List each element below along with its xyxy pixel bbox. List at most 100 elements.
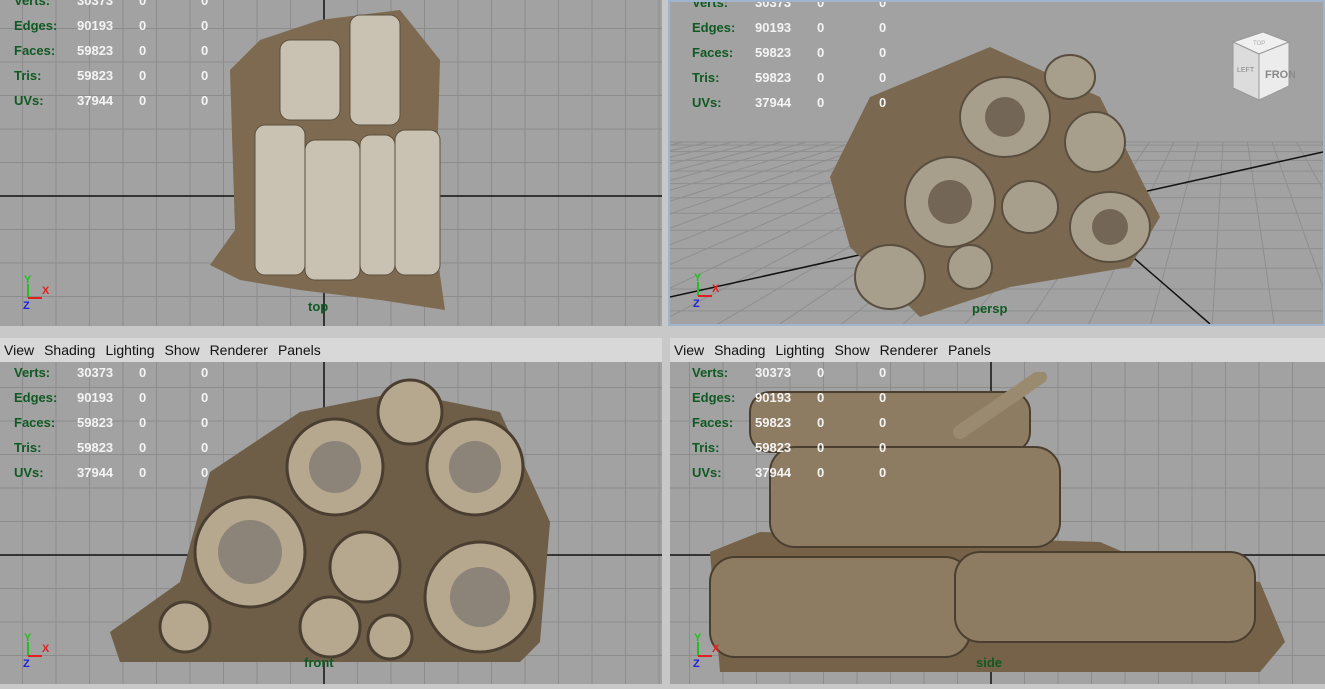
- viewport-panel-side[interactable]: View Shading Lighting Show Renderer Panels Ve…: [670, 338, 1325, 684]
- stat-value: 59823: [77, 68, 114, 83]
- axis-y-label: Y: [24, 274, 32, 286]
- axis-indicator: YXZ: [20, 272, 60, 312]
- viewport-panel-top[interactable]: Verts: 30373 0 0 Edges: 90193 0 0 Faces: 59823 0 0 T…: [0, 0, 662, 326]
- stat-value: 30373: [755, 365, 792, 380]
- camera-label-side: side: [976, 655, 1003, 670]
- stat-sel: 0: [817, 95, 825, 110]
- axis-indicator: YXZ: [690, 270, 730, 310]
- stat-label: Tris:: [692, 70, 720, 85]
- stat-sel: 0: [817, 2, 825, 10]
- stat-value: 37944: [77, 465, 114, 480]
- stat-comp: 0: [201, 365, 209, 380]
- stat-comp: 0: [201, 43, 209, 58]
- axis-y-label: Y: [694, 632, 702, 644]
- viewport-persp[interactable]: Verts: 30373 0 0 Edges: 90193 0 0 Faces: 59823 0 0 T…: [670, 2, 1323, 324]
- stat-label: Tris:: [14, 440, 42, 455]
- viewcube-front[interactable]: FRONT: [1265, 69, 1295, 81]
- stat-row: Verts: 30373 0 0: [692, 362, 941, 385]
- viewcube[interactable]: FRONT LEFT TOP: [1219, 28, 1295, 104]
- menu-shading[interactable]: Shading: [44, 342, 95, 358]
- axis-z-label: Z: [23, 658, 30, 670]
- axis-x-label: X: [42, 643, 50, 655]
- stat-sel: 0: [817, 20, 825, 35]
- stat-row: Edges: 90193 0 0: [14, 13, 263, 38]
- stat-row: Verts: 30373 0 0: [14, 0, 263, 13]
- stat-label: Faces:: [692, 415, 734, 430]
- stat-row: Tris: 59823 0 0: [14, 63, 263, 88]
- stat-row: Faces: 59823 0 0: [692, 40, 941, 65]
- stat-row: Faces: 59823 0 0: [14, 410, 263, 435]
- stat-sel: 0: [817, 440, 825, 455]
- viewcube-left[interactable]: LEFT: [1237, 67, 1255, 74]
- stat-label: UVs:: [14, 93, 44, 108]
- menu-panels[interactable]: Panels: [278, 342, 321, 358]
- stat-comp: 0: [879, 390, 887, 405]
- axis-icon: YXZ: [23, 274, 50, 312]
- viewport-panel-persp[interactable]: Verts: 30373 0 0 Edges: 90193 0 0 Faces: 59823 0 0 T…: [668, 0, 1325, 326]
- stat-row: Verts: 30373 0 0: [14, 362, 263, 385]
- menu-show[interactable]: Show: [165, 342, 200, 358]
- grid-line: [1296, 141, 1323, 191]
- menu-show[interactable]: Show: [835, 342, 870, 358]
- stat-label: UVs:: [14, 465, 44, 480]
- stat-sel: 0: [139, 365, 147, 380]
- stat-comp: 0: [879, 70, 887, 85]
- stat-label: Tris:: [692, 440, 720, 455]
- stat-row: Tris: 59823 0 0: [692, 435, 941, 460]
- poly-count-hud: Verts: 30373 0 0 Edges: 90193 0 0 Faces: 59823 0 0 T…: [692, 2, 941, 115]
- stat-sel: 0: [139, 440, 147, 455]
- axis-y-label: Y: [694, 272, 702, 284]
- viewport-panel-front[interactable]: View Shading Lighting Show Renderer Panels Ve…: [0, 338, 662, 684]
- axis-z-label: Z: [693, 658, 700, 670]
- menu-renderer[interactable]: Renderer: [210, 342, 268, 358]
- axis-z-label: Z: [693, 298, 700, 310]
- stat-row: Faces: 59823 0 0: [692, 410, 941, 435]
- stat-comp: 0: [201, 415, 209, 430]
- menu-shading[interactable]: Shading: [714, 342, 765, 358]
- menu-lighting[interactable]: Lighting: [105, 342, 154, 358]
- stat-label: Verts:: [692, 365, 729, 380]
- viewport-front[interactable]: Verts: 30373 0 0 Edges: 90193 0 0 Faces: 59823 0 0 T…: [0, 362, 662, 684]
- menu-lighting[interactable]: Lighting: [775, 342, 824, 358]
- stat-sel: 0: [817, 70, 825, 85]
- grid-line: [1211, 141, 1224, 324]
- stat-row: Faces: 59823 0 0: [14, 38, 263, 63]
- stat-value: 30373: [77, 0, 114, 8]
- viewport-top[interactable]: Verts: 30373 0 0 Edges: 90193 0 0 Faces: 59823 0 0 T…: [0, 0, 662, 326]
- stat-value: 59823: [77, 415, 114, 430]
- menu-view[interactable]: View: [674, 342, 704, 358]
- stat-row: Edges: 90193 0 0: [14, 385, 263, 410]
- stat-comp: 0: [879, 415, 887, 430]
- menu-view[interactable]: View: [4, 342, 34, 358]
- stat-comp: 0: [879, 365, 887, 380]
- axis-z-label: Z: [23, 300, 30, 312]
- stat-label: UVs:: [692, 95, 722, 110]
- stat-value: 37944: [755, 95, 792, 110]
- stat-comp: 0: [201, 465, 209, 480]
- stat-sel: 0: [817, 390, 825, 405]
- stat-sel: 0: [817, 365, 825, 380]
- stat-sel: 0: [817, 45, 825, 60]
- stat-row: Edges: 90193 0 0: [692, 385, 941, 410]
- menu-renderer[interactable]: Renderer: [880, 342, 938, 358]
- stat-sel: 0: [139, 43, 147, 58]
- stat-row: UVs: 37944 0 0: [692, 90, 941, 115]
- axis-x-label: X: [42, 285, 50, 297]
- stat-row: Edges: 90193 0 0: [692, 15, 941, 40]
- stat-value: 30373: [77, 365, 114, 380]
- camera-label-top: top: [308, 299, 329, 314]
- grid-line: [1320, 141, 1323, 146]
- viewport-side[interactable]: Verts: 30373 0 0 Edges: 90193 0 0 Faces: 59823 0 0 T…: [670, 362, 1325, 684]
- stat-value: 59823: [755, 45, 792, 60]
- grid-line: [1271, 141, 1323, 289]
- viewcube-top[interactable]: TOP: [1253, 41, 1265, 47]
- stat-comp: 0: [879, 20, 887, 35]
- stat-row: UVs: 37944 0 0: [14, 460, 263, 485]
- stat-row: Tris: 59823 0 0: [692, 65, 941, 90]
- axis-y-label: Y: [24, 632, 32, 644]
- stat-comp: 0: [879, 440, 887, 455]
- panel-menubar: View Shading Lighting Show Renderer Panels: [670, 338, 1325, 362]
- camera-label-front: front: [304, 655, 334, 670]
- menu-panels[interactable]: Panels: [948, 342, 991, 358]
- stat-sel: 0: [139, 93, 147, 108]
